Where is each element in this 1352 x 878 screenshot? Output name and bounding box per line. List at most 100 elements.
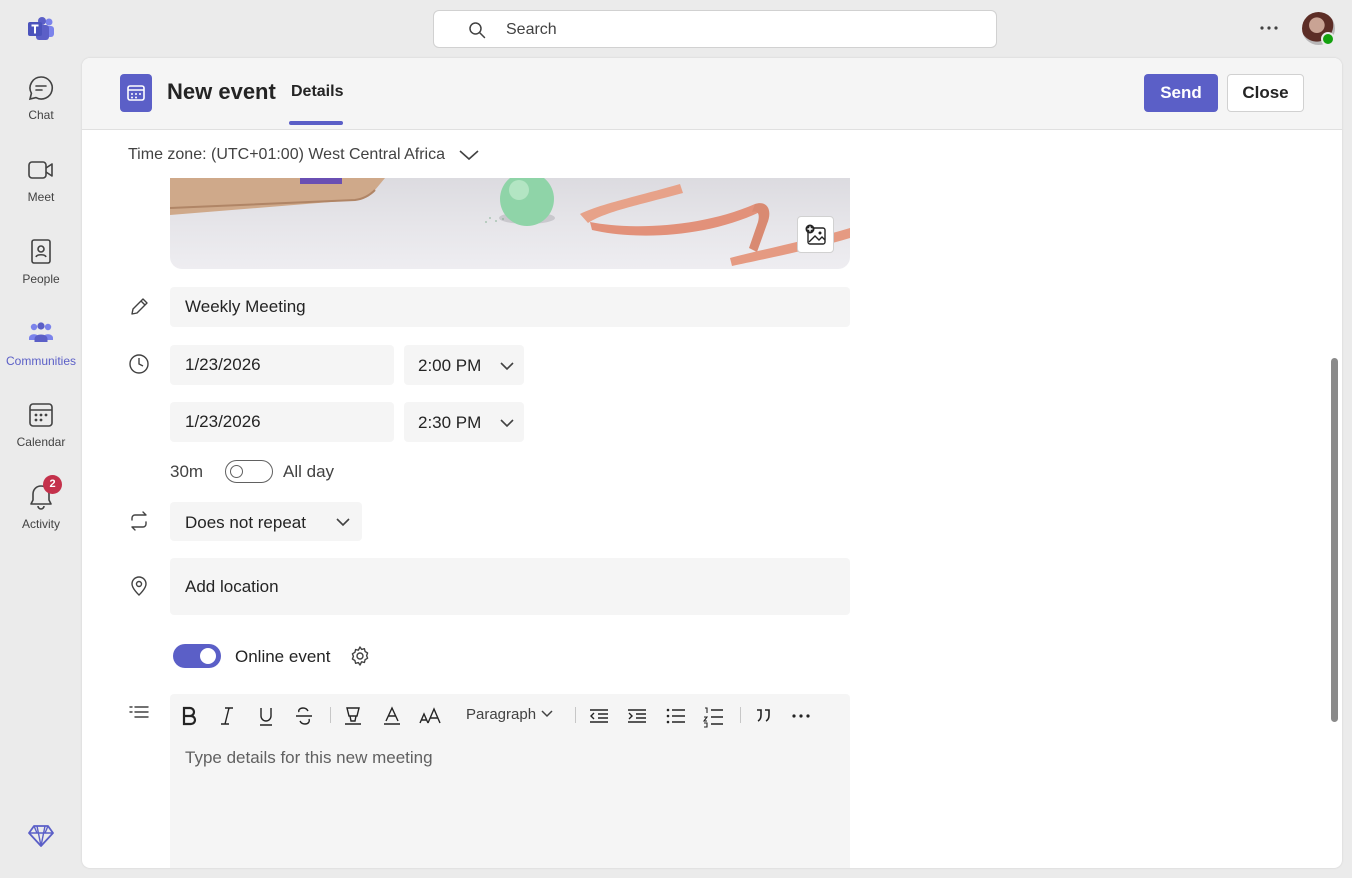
bold-icon xyxy=(182,706,197,726)
calendar-icon xyxy=(29,403,53,427)
tab-details[interactable]: Details xyxy=(291,83,343,101)
repeat-icon xyxy=(131,511,147,531)
presence-available-icon xyxy=(1321,32,1335,46)
bold-button[interactable] xyxy=(177,704,201,728)
send-button[interactable]: Send xyxy=(1144,74,1218,112)
text-description-icon xyxy=(129,706,149,718)
app-rail: Chat Meet People Communities Calendar 2 … xyxy=(0,0,82,878)
details-editor[interactable]: Paragraph Type details for this new meet… xyxy=(170,694,850,868)
search-placeholder: Search xyxy=(506,21,557,38)
rail-item-communities[interactable]: Communities xyxy=(0,320,82,392)
increase-indent-button[interactable] xyxy=(625,704,649,728)
chevron-down-icon[interactable] xyxy=(541,709,553,719)
toolbar-divider xyxy=(575,707,576,723)
start-time-value: 2:00 PM xyxy=(418,356,482,375)
numbered-list-button[interactable] xyxy=(702,704,726,728)
start-date-value: 1/23/2026 xyxy=(185,355,261,374)
search-box[interactable]: Search xyxy=(433,10,997,48)
event-title-input[interactable]: Weekly Meeting xyxy=(170,287,850,327)
event-title-value: Weekly Meeting xyxy=(185,297,306,316)
quote-icon xyxy=(757,709,770,722)
more-options-icon[interactable] xyxy=(1257,18,1281,38)
rail-item-calendar[interactable]: Calendar xyxy=(0,401,82,473)
scrollbar[interactable] xyxy=(1331,358,1338,722)
rail-label-people: People xyxy=(22,272,60,286)
underline-button[interactable] xyxy=(254,704,278,728)
change-image-button[interactable] xyxy=(797,216,834,253)
image-add-icon xyxy=(805,224,826,245)
people-book-icon xyxy=(31,239,51,264)
rail-label-meet: Meet xyxy=(27,190,55,204)
all-day-toggle[interactable] xyxy=(225,460,273,483)
duration-label: 30m xyxy=(170,462,204,481)
teams-logo-icon[interactable] xyxy=(27,16,55,42)
new-event-panel: New event Details Send Close Time zone: … xyxy=(82,58,1342,868)
pencil-icon xyxy=(131,298,148,315)
quote-button[interactable] xyxy=(751,704,775,728)
more-options-icon xyxy=(792,714,810,718)
chevron-down-icon xyxy=(500,419,514,428)
location-placeholder: Add location xyxy=(185,577,279,596)
chevron-down-icon xyxy=(500,362,514,371)
gear-icon[interactable] xyxy=(349,645,371,667)
all-day-label: All day xyxy=(283,462,335,481)
premium-diamond-icon[interactable] xyxy=(28,824,54,848)
rail-label-chat: Chat xyxy=(28,108,54,122)
rail-item-meet[interactable]: Meet xyxy=(0,156,82,228)
chat-icon xyxy=(28,76,53,101)
repeat-select[interactable]: Does not repeat xyxy=(170,502,362,541)
italic-icon xyxy=(221,707,233,725)
font-size-icon xyxy=(419,707,441,724)
rail-label-communities: Communities xyxy=(5,354,77,368)
close-button[interactable]: Close xyxy=(1227,74,1304,112)
strikethrough-icon xyxy=(296,707,312,725)
start-time-select[interactable]: 2:00 PM xyxy=(404,345,524,385)
decrease-indent-icon xyxy=(590,709,608,723)
end-date-input[interactable]: 1/23/2026 xyxy=(170,402,394,442)
tab-details-indicator xyxy=(289,121,343,125)
chevron-down-icon xyxy=(336,518,350,527)
end-time-select[interactable]: 2:30 PM xyxy=(404,402,524,442)
highlight-button[interactable] xyxy=(341,704,365,728)
italic-button[interactable] xyxy=(215,704,239,728)
chevron-down-icon[interactable] xyxy=(458,148,480,162)
underline-icon xyxy=(260,708,272,726)
page-title: New event xyxy=(167,79,276,104)
details-placeholder: Type details for this new meeting xyxy=(185,748,433,767)
start-date-input[interactable]: 1/23/2026 xyxy=(170,345,394,385)
increase-indent-icon xyxy=(628,709,646,723)
decrease-indent-button[interactable] xyxy=(587,704,611,728)
numbered-list-icon xyxy=(702,707,723,728)
activity-badge: 2 xyxy=(43,475,62,494)
rail-label-activity: Activity xyxy=(21,517,60,531)
bulleted-list-button[interactable] xyxy=(664,704,688,728)
font-color-icon xyxy=(384,706,400,725)
timezone-selector[interactable]: Time zone: (UTC+01:00) West Central Afri… xyxy=(128,146,445,164)
more-formatting-button[interactable] xyxy=(789,704,813,728)
location-pin-icon xyxy=(131,576,147,596)
toolbar-divider xyxy=(330,707,331,723)
event-calendar-tile-icon xyxy=(120,74,152,112)
clock-icon xyxy=(129,354,149,374)
repeat-value: Does not repeat xyxy=(185,513,306,532)
online-event-toggle[interactable] xyxy=(173,644,221,668)
paragraph-style-select[interactable]: Paragraph xyxy=(466,706,536,723)
toggle-knob xyxy=(230,465,243,478)
rail-item-chat[interactable]: Chat xyxy=(0,74,82,146)
video-camera-icon xyxy=(28,161,53,179)
font-size-button[interactable] xyxy=(418,704,442,728)
rail-item-people[interactable]: People xyxy=(0,238,82,310)
highlighter-icon xyxy=(345,707,361,725)
search-icon xyxy=(469,22,486,39)
event-banner-image xyxy=(170,178,850,269)
rail-item-activity[interactable]: 2 Activity xyxy=(0,475,82,555)
strikethrough-button[interactable] xyxy=(292,704,316,728)
event-header: New event Details Send Close xyxy=(82,58,1342,130)
toggle-knob xyxy=(200,648,216,664)
bulleted-list-icon xyxy=(666,708,685,724)
communities-icon xyxy=(29,322,53,342)
toolbar-divider xyxy=(740,707,741,723)
font-color-button[interactable] xyxy=(380,704,404,728)
location-input[interactable]: Add location xyxy=(170,558,850,615)
online-event-label: Online event xyxy=(235,647,331,666)
